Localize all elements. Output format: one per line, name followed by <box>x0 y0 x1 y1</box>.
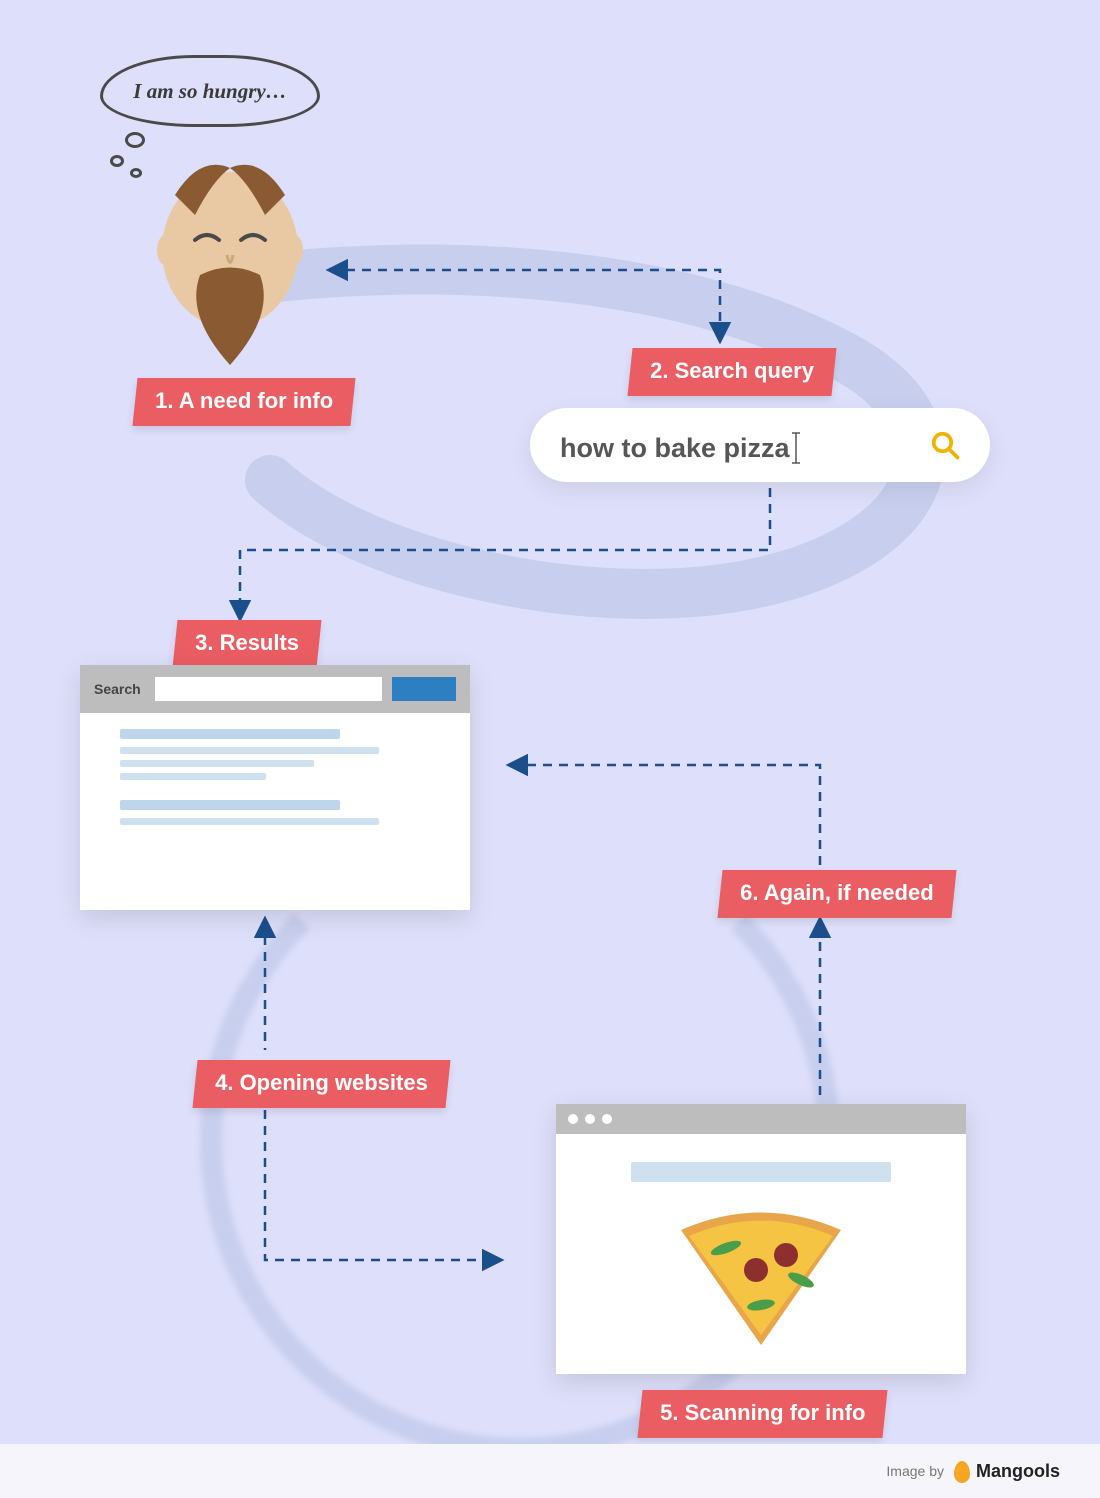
thought-bubble-tail <box>130 168 142 178</box>
step-1-text: 1. A need for info <box>155 388 333 414</box>
serp-search-field <box>155 677 382 701</box>
step-5-label: 5. Scanning for info <box>637 1390 887 1438</box>
image-credit-footer: Image by Mangools <box>0 1444 1100 1498</box>
step-4-label: 4. Opening websites <box>192 1060 450 1108</box>
step-2-text: 2. Search query <box>650 358 814 384</box>
step-5-text: 5. Scanning for info <box>660 1400 865 1426</box>
window-control-dot <box>602 1114 612 1124</box>
window-control-dot <box>585 1114 595 1124</box>
thought-bubble: I am so hungry… <box>100 55 320 127</box>
step-6-text: 6. Again, if needed <box>740 880 934 906</box>
credit-label: Image by <box>886 1463 944 1479</box>
serp-result-item <box>120 729 444 780</box>
website-window <box>556 1104 966 1374</box>
thought-bubble-tail <box>125 132 145 148</box>
serp-toolbar: Search <box>80 665 470 713</box>
step-3-text: 3. Results <box>195 630 299 656</box>
browser-titlebar <box>556 1104 966 1134</box>
thought-bubble-tail <box>110 155 124 167</box>
person-illustration <box>145 160 315 370</box>
step-6-label: 6. Again, if needed <box>717 870 956 918</box>
serp-search-label: Search <box>94 681 141 697</box>
mangools-logo: Mangools <box>954 1460 1060 1482</box>
search-query: how to bake pizza <box>560 427 930 464</box>
step-2-label: 2. Search query <box>627 348 836 396</box>
text-cursor-icon <box>790 433 791 463</box>
serp-search-button <box>392 677 456 701</box>
search-bar: how to bake pizza <box>530 408 990 482</box>
search-icon <box>930 430 960 460</box>
search-results-window: Search <box>80 665 470 910</box>
brand-name: Mangools <box>976 1461 1060 1482</box>
serp-result-item <box>120 800 444 825</box>
mangools-icon <box>954 1461 970 1483</box>
page-heading-placeholder <box>631 1162 891 1182</box>
step-1-label: 1. A need for info <box>132 378 355 426</box>
search-query-text: how to bake pizza <box>560 433 790 463</box>
pizza-icon <box>661 1200 861 1350</box>
thought-text: I am so hungry… <box>133 79 286 103</box>
window-control-dot <box>568 1114 578 1124</box>
step-3-label: 3. Results <box>172 620 321 668</box>
step-4-text: 4. Opening websites <box>215 1070 428 1096</box>
